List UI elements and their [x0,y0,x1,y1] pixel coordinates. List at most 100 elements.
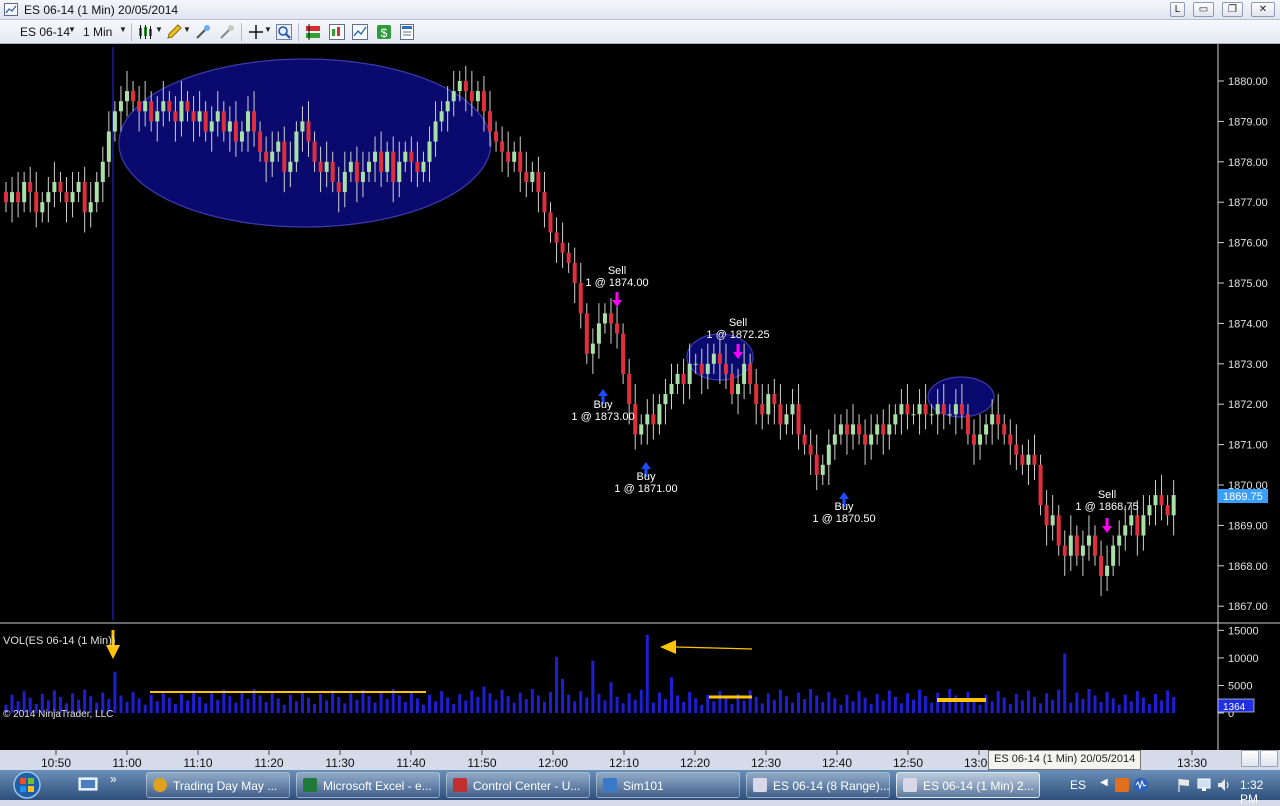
candle-body [46,192,51,203]
volume-bar [240,692,244,713]
interval-selector[interactable]: 1 Min [83,25,112,39]
time-tick-label: 10:50 [41,756,71,770]
volume-bar [198,696,202,713]
volume-bar [670,677,673,713]
tray-expand-icon[interactable]: ◀ [1100,777,1108,788]
volume-bar [978,704,982,713]
volume-bar [688,691,692,713]
volume-bar [1117,704,1121,713]
taskbar-item[interactable]: Sim101 [596,772,740,798]
candle-body [784,414,789,425]
time-tick-label: 12:20 [680,756,710,770]
volume-bar [119,695,123,713]
trade-label-price: 1 @ 1871.00 [614,483,677,495]
language-indicator[interactable]: ES [1070,778,1086,792]
show-desktop-icon[interactable] [78,777,98,793]
drawing-dropdown-icon[interactable]: ▼ [183,25,191,34]
properties-icon[interactable] [398,23,416,41]
candle-body [294,131,299,162]
zoom-icon[interactable] [275,23,293,41]
crosshair-dropdown-icon[interactable]: ▼ [264,25,272,34]
trade-label-price: 1 @ 1868.75 [1075,501,1138,513]
indicators-icon[interactable] [351,23,369,41]
volume-bar [778,689,782,713]
volume-indicator-label: VOL(ES 06-14 (1 Min)) [3,635,115,647]
volume-bar [355,699,359,713]
candle-body [100,161,105,182]
pencil-icon[interactable] [165,23,183,41]
volume-bar [349,693,353,713]
quicklaunch-chevron-icon[interactable]: » [110,772,117,786]
scrollbar-grip[interactable] [1241,750,1259,767]
candle-body [360,171,365,182]
toolbar-separator [131,23,132,41]
volume-bar [1020,700,1024,713]
candle-body [554,232,559,243]
volume-bar [300,691,304,713]
taskbar-item[interactable]: ES 06-14 (1 Min) 2... [896,772,1040,798]
minimize-button[interactable]: ▭ [1193,2,1214,17]
close-button[interactable]: ✕ [1251,2,1275,17]
wand-icon[interactable] [194,23,212,41]
candle-body [645,414,650,425]
candle-body [1099,555,1104,576]
restore-button[interactable]: ❐ [1222,2,1243,17]
chrome-icon [153,778,167,792]
strategies-icon[interactable] [328,23,346,41]
order-entry-icon[interactable] [304,23,322,41]
tray-app-icon[interactable] [1114,777,1130,793]
candle-body [657,404,662,425]
candle-body [832,434,837,445]
candle-body [1032,454,1037,465]
tray-audio-meter-icon[interactable] [1133,777,1149,793]
eraser-icon[interactable] [218,23,236,41]
volume-bar [555,656,559,713]
volume-bar [1129,701,1133,713]
candle-body [209,121,214,132]
chart-style-dropdown-icon[interactable]: ▼ [155,25,163,34]
dollar-icon[interactable]: $ [375,23,393,41]
candle-body [282,141,287,172]
candle-body [506,151,511,162]
volume-icon[interactable] [1216,777,1232,793]
candle-body [838,424,843,435]
taskbar-item[interactable]: Microsoft Excel - e... [296,772,440,798]
candle-body [252,111,257,132]
candle-body [58,182,63,193]
volume-bar [990,701,994,713]
candle-body [929,414,934,416]
volume-bar [542,701,546,713]
instrument-selector[interactable]: ES 06-14 [20,25,70,39]
volume-bar [1087,688,1091,713]
link-button[interactable]: L [1170,2,1185,17]
chart-icon [903,778,917,792]
volume-bar [270,691,274,713]
volume-bar [1105,691,1109,713]
candle-body [276,141,281,152]
taskbar-item[interactable]: Control Center - U... [446,772,590,798]
candle-body [191,111,196,122]
candle-body [22,182,27,203]
window-titlebar: ES 06-14 (1 Min) 20/05/2014 L ▭ ❐ ✕ [0,0,1280,20]
taskbar-item[interactable]: Trading Day May ... [146,772,290,798]
volume-bar [294,701,298,713]
chart-window-icon [4,3,18,16]
network-icon[interactable] [1196,777,1212,793]
crosshair-icon[interactable] [247,23,265,41]
volume-bar [1008,704,1012,713]
chart-style-icon[interactable] [137,23,155,41]
action-center-flag-icon[interactable] [1176,777,1192,793]
volume-bar [421,704,425,713]
price-chart[interactable]: 1880.00 1879.00 1878.00 1877.00 1876.00 1875.… [0,44,1280,790]
clock[interactable]: 1:32 PM [1240,778,1280,806]
start-button-icon[interactable] [8,770,46,800]
chart-toolbar: ES 06-14 ▼ 1 Min ▼ ▼ ▼ ▼ $ [0,20,1280,44]
candle-body [959,404,964,415]
interval-dropdown-icon[interactable]: ▼ [119,25,127,34]
candle-body [409,151,414,162]
taskbar-item[interactable]: ES 06-14 (8 Range)... [746,772,890,798]
candle-body [312,141,317,162]
instrument-dropdown-icon[interactable]: ▼ [68,25,76,34]
candle-body [705,363,710,374]
scrollbar-right[interactable] [1260,750,1278,767]
